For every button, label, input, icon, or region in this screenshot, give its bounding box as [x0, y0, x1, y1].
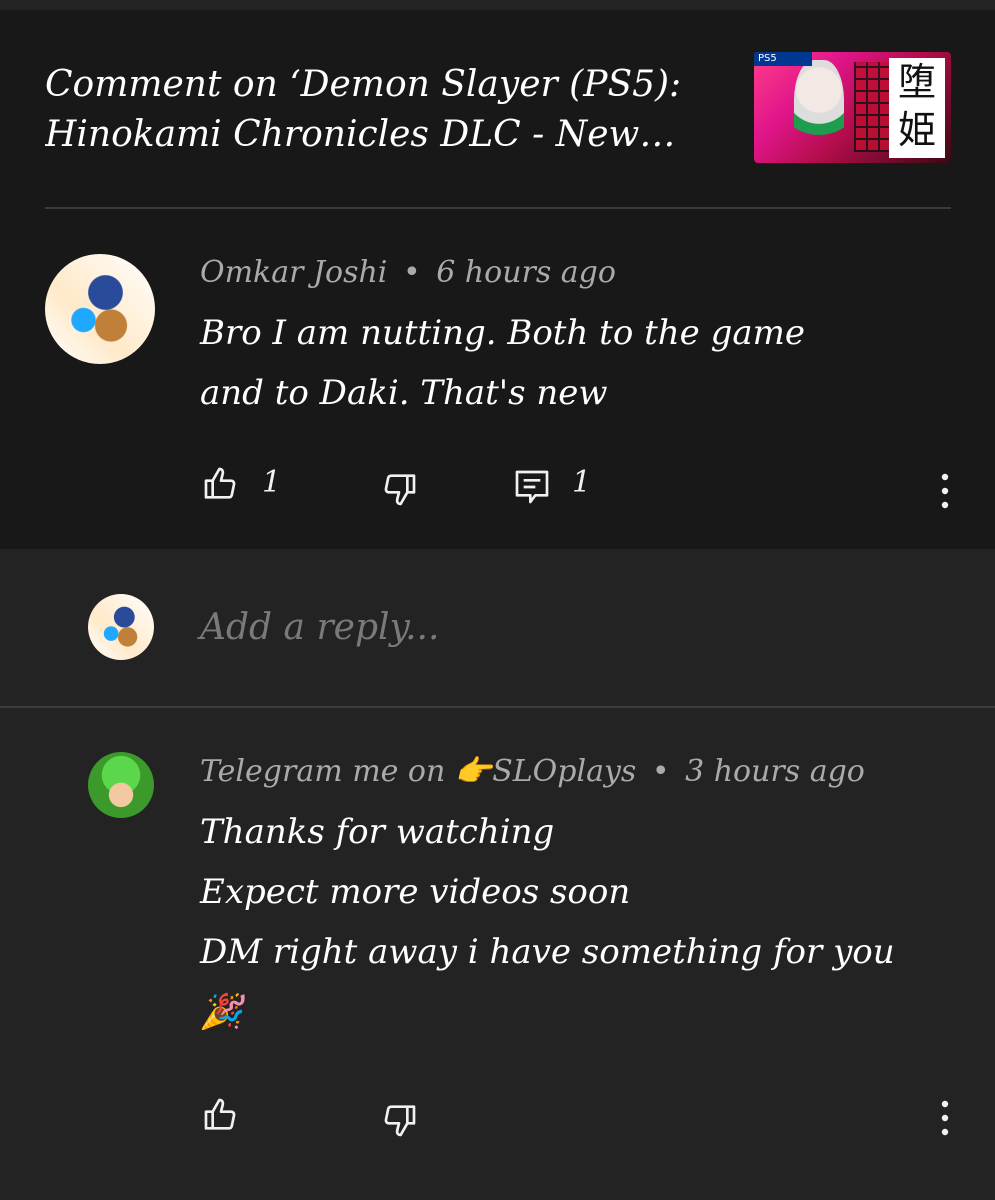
reply-line: Thanks for watching [200, 812, 555, 852]
reply-icon[interactable] [512, 467, 552, 507]
comment-page: Comment on ‘Demon Slayer (PS5): Hinokami… [0, 10, 995, 1200]
dislike-icon[interactable] [378, 1100, 420, 1140]
reply-text: Thanks for watching Expect more videos s… [200, 802, 960, 1042]
platform-badge: PS5 [754, 52, 812, 66]
meta-separator: • [402, 255, 421, 290]
user-avatar [88, 594, 154, 660]
comment: Omkar Joshi • 6 hours ago Bro I am nutti… [0, 209, 995, 549]
party-emoji: 🎉 [200, 992, 243, 1032]
thumbnail-character [794, 60, 844, 160]
page-title: Comment on ‘Demon Slayer (PS5): Hinokami… [45, 64, 682, 155]
reply-input[interactable]: Add a reply... [200, 607, 439, 648]
comment-line: Bro I am nutting. Both to the game [200, 313, 805, 353]
avatar[interactable] [45, 254, 155, 364]
like-icon[interactable] [200, 464, 242, 504]
reply-input-area: Add a reply... [0, 549, 995, 706]
reply-line: DM right away i have something for you [200, 932, 895, 972]
comment-author[interactable]: Omkar Joshi [200, 255, 387, 290]
comment-line: and to Daki. That's new [200, 373, 608, 413]
thumbnail-pattern [854, 62, 894, 152]
video-header: Comment on ‘Demon Slayer (PS5): Hinokami… [0, 10, 995, 209]
thumbnail-kanji: 堕姫 [889, 58, 945, 158]
top-strip [0, 0, 995, 10]
reply-line: Expect more videos soon [200, 872, 631, 912]
like-count: 1 [262, 465, 282, 500]
reply-author[interactable]: Telegram me on 👉SLOplays [200, 754, 636, 789]
reply-time: 3 hours ago [685, 754, 865, 789]
reply-comment: Telegram me on 👉SLOplays • 3 hours ago T… [0, 708, 995, 1200]
reply-count: 1 [572, 465, 592, 500]
more-vert-icon[interactable] [935, 1098, 955, 1138]
more-vert-icon[interactable] [935, 471, 955, 511]
comment-meta: Omkar Joshi • 6 hours ago [200, 255, 616, 290]
comment-text: Bro I am nutting. Both to the game and t… [200, 303, 940, 423]
comment-time: 6 hours ago [436, 255, 616, 290]
dislike-icon[interactable] [378, 469, 420, 509]
meta-separator: • [651, 754, 670, 789]
like-icon[interactable] [200, 1095, 242, 1135]
video-thumbnail[interactable]: PS5 堕姫 [754, 52, 951, 163]
reply-avatar[interactable] [88, 752, 154, 818]
reply-meta: Telegram me on 👉SLOplays • 3 hours ago [200, 754, 865, 789]
